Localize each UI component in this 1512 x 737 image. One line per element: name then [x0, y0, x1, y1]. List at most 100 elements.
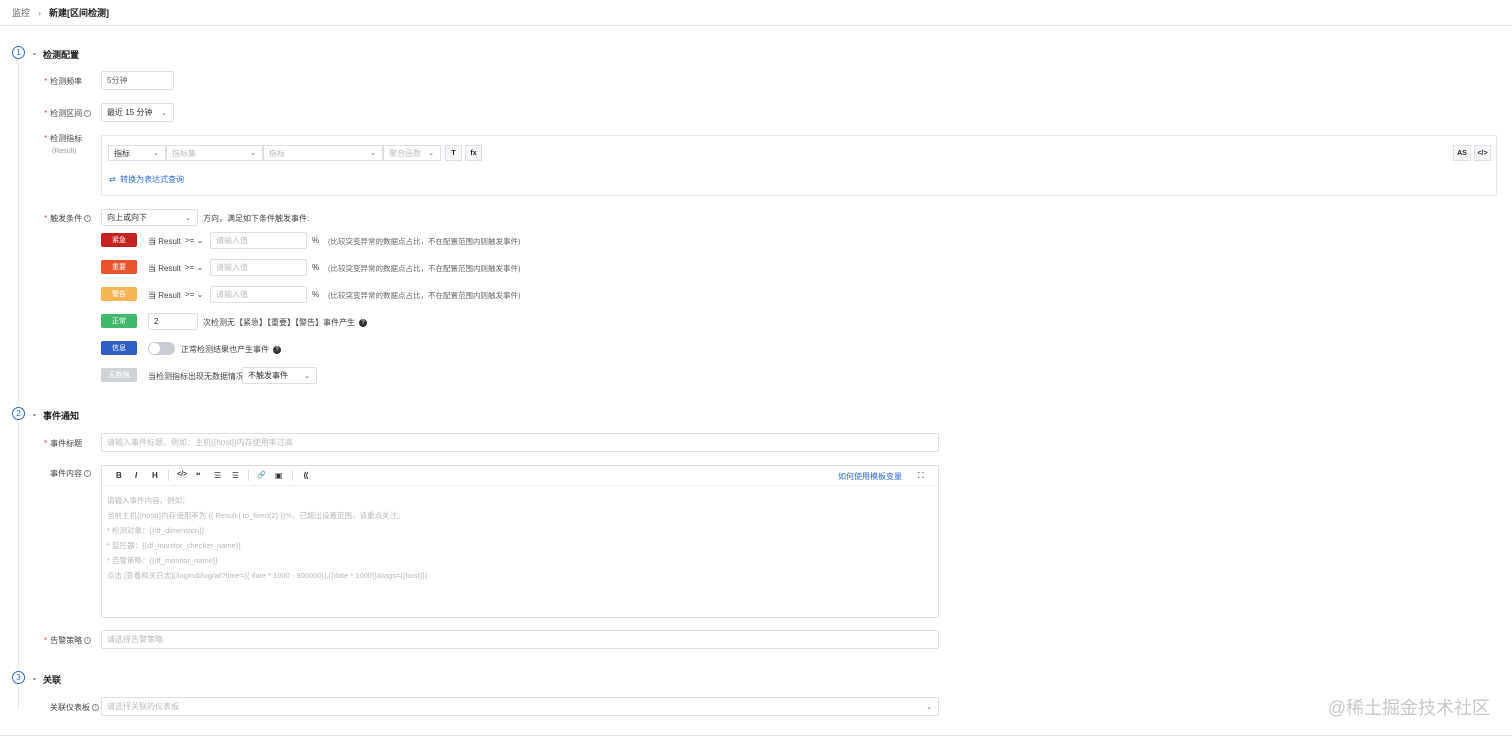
chevron-down-icon: ⌄ — [185, 214, 191, 222]
event-content-editor[interactable]: B I H </> ❝ ☰ ☰ 🔗 ▣ ⟪ 如何使用模板变量 ⛶ 请输入事件内容… — [101, 465, 939, 618]
step-1-collapse-icon[interactable]: ⌄ — [31, 48, 38, 57]
metric-set-select[interactable]: 指标集 ⌄ — [166, 145, 263, 161]
fullscreen-icon[interactable]: ⛶ — [918, 471, 924, 481]
info-icon: i — [92, 704, 99, 712]
page-title: 新建[区间检测] — [49, 8, 110, 18]
bold-icon[interactable]: B — [116, 471, 122, 480]
dashboard-select[interactable]: 请选择关联的仪表板 ⌄ — [101, 697, 939, 716]
aggregate-select[interactable]: 聚合函数 ⌄ — [383, 145, 441, 161]
step-3-title[interactable]: 关联 — [43, 673, 61, 686]
condition-subject: 当 Result — [148, 264, 181, 273]
operator-select[interactable]: >= ⌄ — [185, 236, 203, 245]
direction-suffix: 方向，满足如下条件触发事件: — [203, 214, 310, 223]
chevron-down-icon: ⌄ — [250, 150, 256, 157]
chevron-down-icon: ⌄ — [196, 236, 204, 245]
event-title-label: * 事件标题 — [44, 439, 83, 448]
breadcrumb: 监控 › 新建[区间检测] — [0, 0, 1512, 26]
placeholder-line: * 检测对象：{{df_dimension}} — [107, 526, 205, 535]
level-critical-badge: 紧急 — [101, 233, 137, 247]
interval-select[interactable]: 最近 15 分钟 ⌄ — [101, 103, 174, 122]
condition-subject: 当 Result — [148, 237, 181, 246]
operator-select[interactable]: >= ⌄ — [185, 290, 203, 299]
normal-text: 次检测无【紧急】【重要】【警告】事件产生? — [203, 317, 367, 328]
template-help-link[interactable]: 如何使用模板变量 — [838, 471, 902, 482]
image-icon[interactable]: ▣ — [275, 471, 283, 480]
collapse-icon[interactable]: ⟪ — [303, 471, 309, 480]
interval-label: * 检测区间 i — [44, 108, 92, 119]
placeholder-line: 点击 [查看相关日志](/logIndi/log/all?time={{ dat… — [107, 571, 428, 580]
toolbar-divider — [168, 470, 169, 481]
chevron-down-icon: ⌄ — [153, 150, 159, 157]
code-button[interactable]: </> — [1474, 145, 1491, 161]
info-icon: i — [84, 470, 91, 478]
info-event-toggle[interactable] — [148, 342, 175, 355]
warning-value-input[interactable]: 请输入值 — [210, 286, 307, 303]
breadcrumb-separator: › — [38, 7, 42, 18]
help-icon: ? — [273, 345, 281, 354]
level-important-badge: 重要 — [101, 260, 137, 274]
dashboard-label: 关联仪表板 i — [50, 702, 99, 713]
operator-select[interactable]: >= ⌄ — [185, 263, 203, 272]
level-warning-badge: 警告 — [101, 287, 137, 301]
important-value-input[interactable]: 请输入值 — [210, 259, 307, 276]
placeholder-line: * 告警策略：{{df_monitor_name}} — [107, 556, 218, 565]
breadcrumb-parent[interactable]: 监控 — [12, 6, 30, 19]
event-title-input[interactable]: 请输入事件标题，例如：主机{{host}}内存使用率过高 — [101, 433, 939, 452]
level-normal-badge: 正常 — [101, 314, 137, 328]
filter-button[interactable]: T — [445, 145, 462, 161]
fx-button[interactable]: fx — [465, 145, 482, 161]
step-2-collapse-icon[interactable]: ⌄ — [31, 409, 38, 418]
link-icon[interactable]: 🔗 — [257, 471, 266, 479]
editor-placeholder: 请输入事件内容，例如： 当前主机{{host}}内存使用率为 {{ Result… — [107, 493, 427, 583]
toolbar-divider — [292, 470, 293, 481]
convert-expression-link[interactable]: ⇄ 转换为表达式查询 — [109, 174, 184, 185]
step-2-number: 2 — [12, 407, 25, 420]
info-icon: i — [84, 110, 92, 118]
normal-count-input[interactable]: 2 — [148, 313, 198, 330]
unit-label: % — [312, 236, 320, 245]
toggle-knob — [149, 343, 160, 354]
condition-subject: 当 Result — [148, 291, 181, 300]
code-icon[interactable]: </> — [177, 471, 187, 478]
direction-select[interactable]: 向上或向下 ⌄ — [101, 209, 198, 226]
condition-note: (比较突变异常的数据点占比，不在配置范围内则触发事件) — [328, 237, 521, 246]
unit-label: % — [312, 263, 320, 272]
policy-label: * 告警策略 i — [44, 635, 92, 646]
chevron-down-icon: ⌄ — [926, 703, 932, 711]
freq-label: * 检测频率 — [44, 77, 83, 86]
help-icon: ? — [359, 318, 367, 327]
swap-icon: ⇄ — [109, 175, 116, 184]
italic-icon[interactable]: I — [135, 471, 137, 480]
step-timeline — [18, 60, 19, 710]
chevron-down-icon: ⌄ — [196, 290, 204, 299]
ordered-list-icon[interactable]: ☰ — [232, 471, 239, 480]
chevron-down-icon: ⌄ — [161, 109, 167, 117]
metric-type-select[interactable]: 指标 ⌄ — [108, 145, 166, 161]
critical-value-input[interactable]: 请输入值 — [210, 232, 307, 249]
metric-select[interactable]: 指标 ⌄ — [263, 145, 383, 161]
info-icon: i — [84, 637, 92, 645]
unit-label: % — [312, 290, 320, 299]
policy-select[interactable]: 请选择告警策略 — [101, 630, 939, 649]
info-text: 正常检测结果也产生事件? — [181, 344, 281, 355]
as-button[interactable]: AS — [1453, 145, 1471, 161]
unordered-list-icon[interactable]: ☰ — [214, 471, 221, 480]
quote-icon[interactable]: ❝ — [196, 471, 201, 480]
placeholder-line: 请输入事件内容，例如： — [107, 496, 190, 505]
step-3-collapse-icon[interactable]: ⌄ — [31, 673, 38, 682]
trigger-label: * 触发条件 i — [44, 213, 92, 224]
step-2-title[interactable]: 事件通知 — [43, 409, 79, 422]
chevron-down-icon: ⌄ — [370, 150, 376, 157]
step-3-number: 3 — [12, 671, 25, 684]
metric-label: * 检测指标 — [44, 134, 83, 143]
event-content-label: 事件内容 i — [50, 468, 91, 479]
condition-note: (比较突变异常的数据点占比，不在配置范围内则触发事件) — [328, 264, 521, 273]
step-1-title[interactable]: 检测配置 — [43, 48, 79, 61]
toolbar-divider — [248, 470, 249, 481]
nodata-select[interactable]: 不触发事件 ⌄ — [242, 367, 317, 384]
chevron-down-icon: ⌄ — [428, 150, 434, 157]
freq-input[interactable]: 5分钟 — [101, 71, 174, 90]
metric-sublabel: (Result) — [52, 148, 77, 155]
watermark: @稀土掘金技术社区 — [1327, 698, 1490, 718]
heading-icon[interactable]: H — [152, 471, 158, 480]
